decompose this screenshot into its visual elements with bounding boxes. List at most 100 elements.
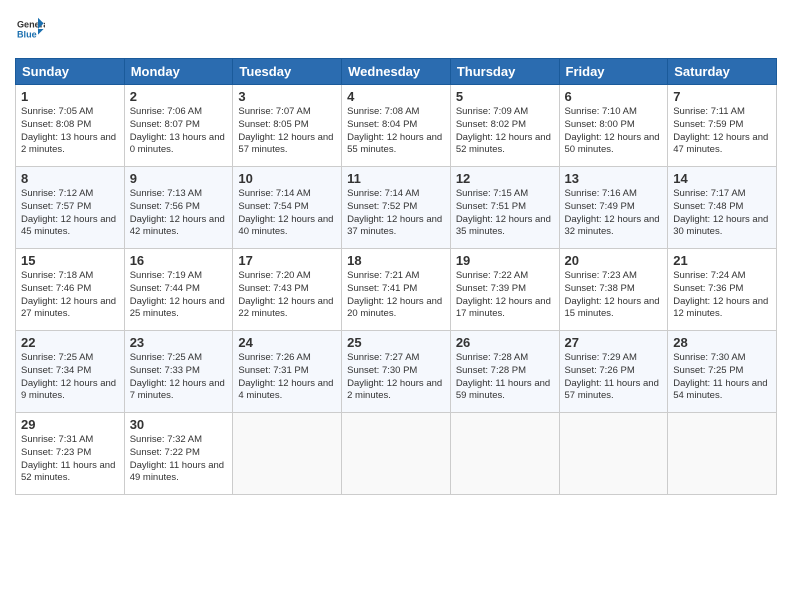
sunrise-text: Sunrise: 7:27 AM [347,352,445,365]
day-info: Sunrise: 7:07 AM Sunset: 8:05 PM Dayligh… [238,106,336,157]
calendar-cell: 15 Sunrise: 7:18 AM Sunset: 7:46 PM Dayl… [16,249,125,331]
day-info: Sunrise: 7:08 AM Sunset: 8:04 PM Dayligh… [347,106,445,157]
calendar-cell: 23 Sunrise: 7:25 AM Sunset: 7:33 PM Dayl… [124,331,233,413]
svg-text:Blue: Blue [17,29,37,39]
daylight-text: Daylight: 12 hours and 17 minutes. [456,296,554,322]
header: General Blue [15,15,777,48]
sunset-text: Sunset: 7:39 PM [456,283,554,296]
calendar-week-5: 29 Sunrise: 7:31 AM Sunset: 7:23 PM Dayl… [16,413,777,495]
day-number: 7 [673,89,771,104]
day-number: 8 [21,171,119,186]
day-info: Sunrise: 7:18 AM Sunset: 7:46 PM Dayligh… [21,270,119,321]
day-info: Sunrise: 7:05 AM Sunset: 8:08 PM Dayligh… [21,106,119,157]
day-number: 26 [456,335,554,350]
daylight-text: Daylight: 11 hours and 57 minutes. [565,378,663,404]
weekday-tuesday: Tuesday [233,59,342,85]
sunrise-text: Sunrise: 7:14 AM [238,188,336,201]
weekday-monday: Monday [124,59,233,85]
day-info: Sunrise: 7:26 AM Sunset: 7:31 PM Dayligh… [238,352,336,403]
calendar-cell [342,413,451,495]
sunset-text: Sunset: 7:44 PM [130,283,228,296]
sunset-text: Sunset: 7:43 PM [238,283,336,296]
daylight-text: Daylight: 11 hours and 52 minutes. [21,460,119,486]
day-number: 22 [21,335,119,350]
day-info: Sunrise: 7:06 AM Sunset: 8:07 PM Dayligh… [130,106,228,157]
calendar-cell: 16 Sunrise: 7:19 AM Sunset: 7:44 PM Dayl… [124,249,233,331]
sunset-text: Sunset: 8:02 PM [456,119,554,132]
sunrise-text: Sunrise: 7:25 AM [21,352,119,365]
daylight-text: Daylight: 12 hours and 45 minutes. [21,214,119,240]
sunrise-text: Sunrise: 7:19 AM [130,270,228,283]
sunrise-text: Sunrise: 7:12 AM [21,188,119,201]
day-info: Sunrise: 7:11 AM Sunset: 7:59 PM Dayligh… [673,106,771,157]
weekday-friday: Friday [559,59,668,85]
calendar-cell: 25 Sunrise: 7:27 AM Sunset: 7:30 PM Dayl… [342,331,451,413]
day-number: 19 [456,253,554,268]
page-container: General Blue SundayMondayTuesdayWednesda… [0,0,792,612]
sunrise-text: Sunrise: 7:13 AM [130,188,228,201]
logo: General Blue [15,15,45,48]
daylight-text: Daylight: 13 hours and 0 minutes. [130,132,228,158]
sunrise-text: Sunrise: 7:26 AM [238,352,336,365]
sunrise-text: Sunrise: 7:07 AM [238,106,336,119]
daylight-text: Daylight: 11 hours and 54 minutes. [673,378,771,404]
weekday-sunday: Sunday [16,59,125,85]
sunrise-text: Sunrise: 7:25 AM [130,352,228,365]
day-info: Sunrise: 7:12 AM Sunset: 7:57 PM Dayligh… [21,188,119,239]
day-number: 16 [130,253,228,268]
calendar-week-2: 8 Sunrise: 7:12 AM Sunset: 7:57 PM Dayli… [16,167,777,249]
daylight-text: Daylight: 12 hours and 47 minutes. [673,132,771,158]
sunset-text: Sunset: 7:46 PM [21,283,119,296]
weekday-header-row: SundayMondayTuesdayWednesdayThursdayFrid… [16,59,777,85]
day-number: 4 [347,89,445,104]
day-info: Sunrise: 7:14 AM Sunset: 7:54 PM Dayligh… [238,188,336,239]
calendar-cell: 30 Sunrise: 7:32 AM Sunset: 7:22 PM Dayl… [124,413,233,495]
sunrise-text: Sunrise: 7:24 AM [673,270,771,283]
sunset-text: Sunset: 7:30 PM [347,365,445,378]
day-number: 12 [456,171,554,186]
sunrise-text: Sunrise: 7:32 AM [130,434,228,447]
daylight-text: Daylight: 12 hours and 32 minutes. [565,214,663,240]
calendar-cell: 21 Sunrise: 7:24 AM Sunset: 7:36 PM Dayl… [668,249,777,331]
sunset-text: Sunset: 7:23 PM [21,447,119,460]
sunrise-text: Sunrise: 7:10 AM [565,106,663,119]
calendar-cell: 1 Sunrise: 7:05 AM Sunset: 8:08 PM Dayli… [16,85,125,167]
weekday-wednesday: Wednesday [342,59,451,85]
calendar-cell [668,413,777,495]
sunset-text: Sunset: 7:26 PM [565,365,663,378]
calendar-cell: 29 Sunrise: 7:31 AM Sunset: 7:23 PM Dayl… [16,413,125,495]
day-info: Sunrise: 7:25 AM Sunset: 7:33 PM Dayligh… [130,352,228,403]
day-number: 1 [21,89,119,104]
day-number: 21 [673,253,771,268]
daylight-text: Daylight: 12 hours and 57 minutes. [238,132,336,158]
daylight-text: Daylight: 12 hours and 27 minutes. [21,296,119,322]
daylight-text: Daylight: 11 hours and 49 minutes. [130,460,228,486]
sunrise-text: Sunrise: 7:09 AM [456,106,554,119]
sunset-text: Sunset: 7:28 PM [456,365,554,378]
calendar-week-4: 22 Sunrise: 7:25 AM Sunset: 7:34 PM Dayl… [16,331,777,413]
calendar-cell: 10 Sunrise: 7:14 AM Sunset: 7:54 PM Dayl… [233,167,342,249]
calendar-cell: 12 Sunrise: 7:15 AM Sunset: 7:51 PM Dayl… [450,167,559,249]
sunrise-text: Sunrise: 7:17 AM [673,188,771,201]
sunrise-text: Sunrise: 7:21 AM [347,270,445,283]
sunset-text: Sunset: 7:36 PM [673,283,771,296]
sunset-text: Sunset: 8:08 PM [21,119,119,132]
day-number: 10 [238,171,336,186]
calendar-week-1: 1 Sunrise: 7:05 AM Sunset: 8:08 PM Dayli… [16,85,777,167]
sunrise-text: Sunrise: 7:28 AM [456,352,554,365]
daylight-text: Daylight: 12 hours and 12 minutes. [673,296,771,322]
calendar-table: SundayMondayTuesdayWednesdayThursdayFrid… [15,58,777,495]
sunrise-text: Sunrise: 7:29 AM [565,352,663,365]
sunrise-text: Sunrise: 7:05 AM [21,106,119,119]
sunrise-text: Sunrise: 7:20 AM [238,270,336,283]
day-info: Sunrise: 7:17 AM Sunset: 7:48 PM Dayligh… [673,188,771,239]
daylight-text: Daylight: 12 hours and 22 minutes. [238,296,336,322]
day-info: Sunrise: 7:15 AM Sunset: 7:51 PM Dayligh… [456,188,554,239]
day-info: Sunrise: 7:29 AM Sunset: 7:26 PM Dayligh… [565,352,663,403]
day-info: Sunrise: 7:21 AM Sunset: 7:41 PM Dayligh… [347,270,445,321]
sunset-text: Sunset: 7:38 PM [565,283,663,296]
day-info: Sunrise: 7:16 AM Sunset: 7:49 PM Dayligh… [565,188,663,239]
calendar-cell: 17 Sunrise: 7:20 AM Sunset: 7:43 PM Dayl… [233,249,342,331]
daylight-text: Daylight: 12 hours and 4 minutes. [238,378,336,404]
calendar-cell: 7 Sunrise: 7:11 AM Sunset: 7:59 PM Dayli… [668,85,777,167]
